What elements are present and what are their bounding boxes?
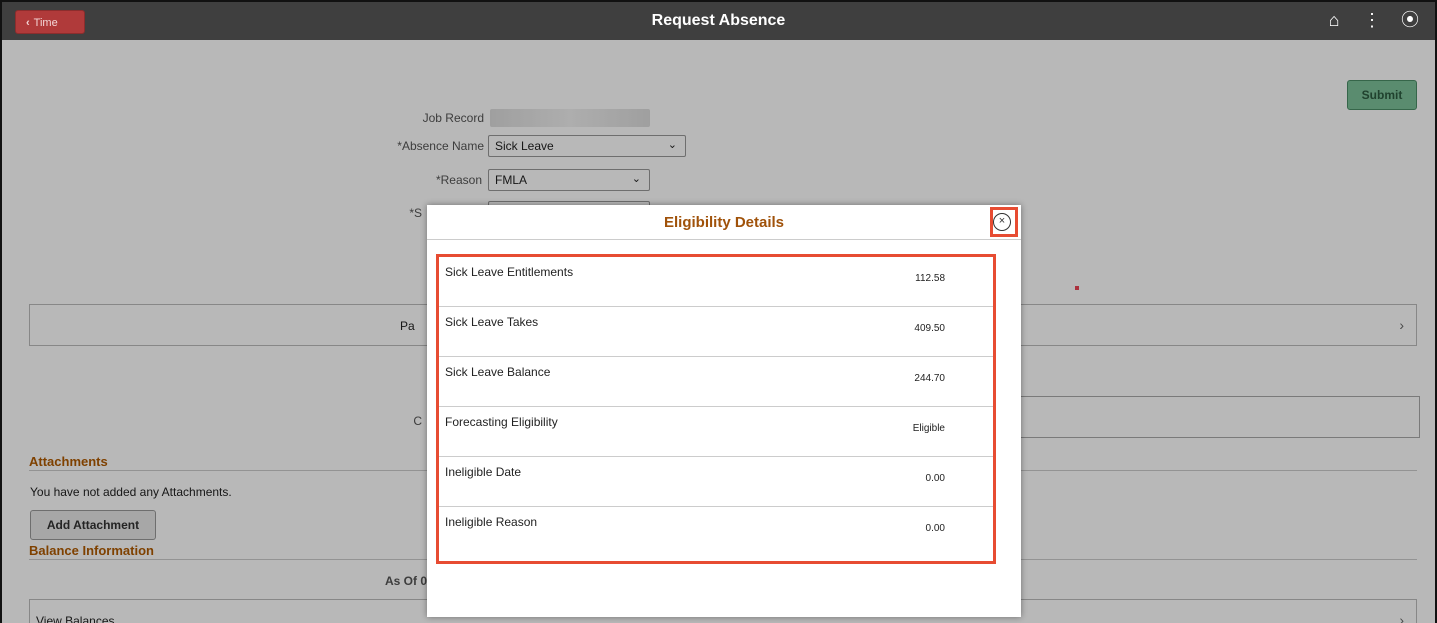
eligibility-row: Forecasting Eligibility Eligible: [439, 407, 993, 457]
eligibility-row: Sick Leave Entitlements 112.58: [439, 257, 993, 307]
top-bar: ‹ Time Request Absence ⌂ ⋮ ⦿: [2, 2, 1435, 40]
row-value: 409.50: [914, 323, 945, 334]
modal-title: Eligibility Details: [663, 214, 785, 231]
row-label: Ineligible Reason: [445, 515, 538, 529]
close-icon[interactable]: ×: [993, 213, 1011, 231]
row-label: Ineligible Date: [445, 465, 522, 479]
row-label: Sick Leave Entitlements: [445, 265, 574, 279]
header-actions: ⌂ ⋮ ⦿: [1323, 8, 1421, 32]
row-label: Forecasting Eligibility: [445, 415, 558, 429]
row-label: Sick Leave Balance: [445, 365, 551, 379]
row-value: 0.00: [925, 473, 945, 484]
row-value: 0.00: [925, 523, 945, 534]
row-value: Eligible: [912, 423, 945, 434]
page-title: Request Absence: [651, 12, 786, 29]
compass-icon[interactable]: ⦿: [1399, 8, 1421, 32]
home-icon[interactable]: ⌂: [1323, 8, 1345, 32]
eligibility-row: Ineligible Reason 0.00: [439, 507, 993, 557]
app-window: ‹ Time Request Absence ⌂ ⋮ ⦿ Submit Job R…: [0, 0, 1437, 623]
modal-header: Eligibility Details ×: [427, 205, 1021, 240]
eligibility-row: Sick Leave Takes 409.50: [439, 307, 993, 357]
more-icon[interactable]: ⋮: [1361, 8, 1383, 32]
row-value: 112.58: [915, 273, 945, 284]
row-value: 244.70: [914, 373, 945, 384]
eligibility-row: Ineligible Date 0.00: [439, 457, 993, 507]
eligibility-row: Sick Leave Balance 244.70: [439, 357, 993, 407]
row-label: Sick Leave Takes: [445, 315, 539, 329]
eligibility-modal: Eligibility Details × Sick Leave Entitle…: [427, 205, 1021, 617]
